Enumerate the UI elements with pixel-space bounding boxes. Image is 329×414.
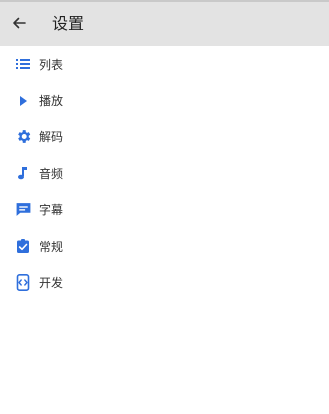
gear-icon	[14, 128, 32, 146]
menu-item-label: 播放	[39, 94, 64, 109]
menu-item-list[interactable]: 列表	[0, 46, 329, 82]
menu-item-general[interactable]: 常规	[0, 228, 329, 264]
settings-menu: 列表 播放 解码 音频 字幕 常规 开发	[0, 46, 329, 301]
menu-item-subtitles[interactable]: 字幕	[0, 192, 329, 228]
subtitle-icon	[14, 201, 32, 219]
menu-item-label: 音频	[39, 166, 64, 181]
developer-mode-icon	[14, 274, 32, 292]
menu-item-developer[interactable]: 开发	[0, 264, 329, 300]
menu-item-audio[interactable]: 音频	[0, 155, 329, 191]
menu-item-label: 开发	[39, 276, 64, 291]
music-note-icon	[14, 164, 32, 182]
play-icon	[14, 92, 32, 110]
menu-item-label: 解码	[39, 130, 64, 145]
list-icon	[14, 55, 32, 73]
top-app-bar: 设置	[0, 0, 329, 46]
back-button[interactable]	[6, 10, 32, 36]
menu-item-label: 常规	[39, 239, 64, 254]
menu-item-label: 列表	[39, 57, 64, 72]
clipboard-check-icon	[14, 237, 32, 255]
page-title: 设置	[52, 14, 85, 33]
menu-item-playback[interactable]: 播放	[0, 82, 329, 118]
menu-item-decoding[interactable]: 解码	[0, 119, 329, 155]
menu-item-label: 字幕	[39, 203, 64, 218]
arrow-left-icon	[13, 17, 26, 29]
